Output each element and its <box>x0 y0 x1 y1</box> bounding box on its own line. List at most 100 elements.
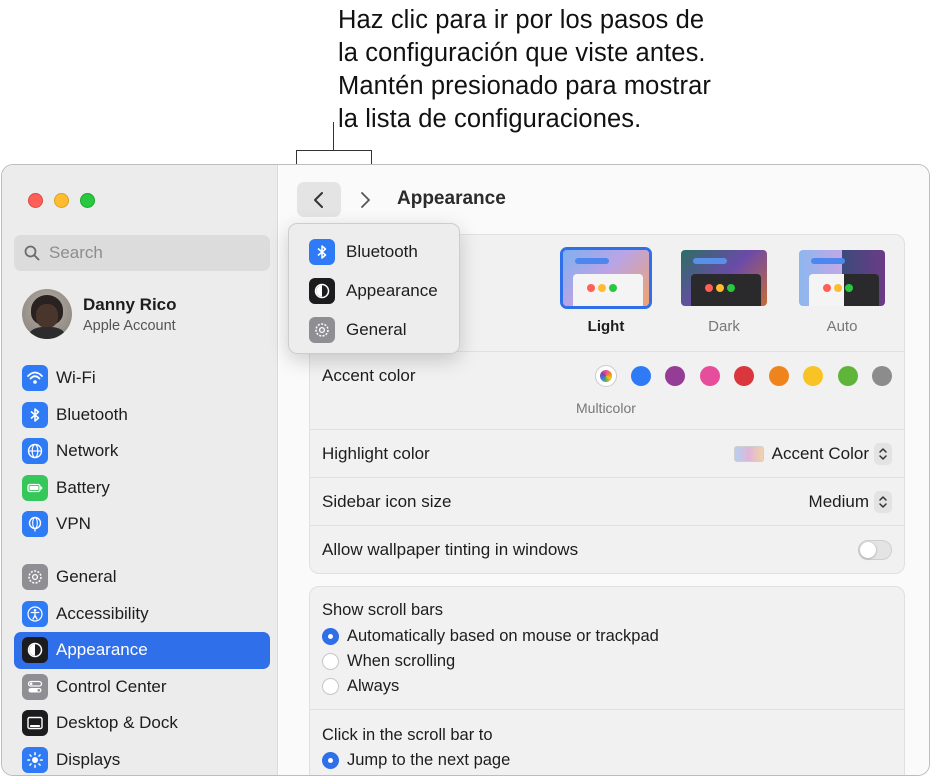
sidebar-icon-size-label: Sidebar icon size <box>322 491 452 511</box>
radio-label: When scrolling <box>347 652 456 670</box>
sidebar-item-label: Desktop & Dock <box>56 713 178 733</box>
sidebar: Search Danny Rico Apple Account Wi-Fi Bl… <box>2 165 278 775</box>
vpn-icon <box>22 511 48 538</box>
history-menu-item-bluetooth[interactable]: Bluetooth <box>289 232 459 271</box>
accessibility-icon <box>22 600 48 627</box>
sidebar-nav-network-group: Wi-Fi Bluetooth Network Battery VPN <box>14 360 270 543</box>
page-title: Appearance <box>397 188 506 209</box>
radio-button[interactable] <box>322 653 339 670</box>
sidebar-item-wifi[interactable]: Wi-Fi <box>14 360 270 397</box>
sidebar-item-label: General <box>56 567 117 587</box>
sidebar-nav-system-group: General Accessibility Appearance Control… <box>14 559 270 776</box>
theme-option-light[interactable]: Light <box>560 247 652 335</box>
callout-leader-line <box>333 122 335 151</box>
sidebar-icon-size-value: Medium <box>808 491 869 511</box>
chevron-up-down-icon <box>874 442 892 465</box>
search-icon <box>24 245 40 261</box>
accent-swatch-purple[interactable] <box>665 366 685 386</box>
sidebar-item-label: Bluetooth <box>56 404 128 424</box>
accent-selected-caption: Multicolor <box>576 400 636 416</box>
accent-color-label: Accent color <box>322 366 416 385</box>
radio-button[interactable] <box>322 678 339 695</box>
sidebar-item-appearance[interactable]: Appearance <box>14 632 270 669</box>
sidebar-item-label: Appearance <box>56 640 148 660</box>
gear-icon <box>309 316 335 343</box>
sidebar-icon-size-row: Sidebar icon size Medium <box>310 477 904 525</box>
accent-swatch-green[interactable] <box>837 366 858 386</box>
profile-subtitle: Apple Account <box>83 317 176 334</box>
close-window-button[interactable] <box>28 193 43 208</box>
radio-label: Jump to the next page <box>347 751 511 769</box>
accent-swatch-multicolor[interactable] <box>595 365 617 387</box>
sidebar-item-network[interactable]: Network <box>14 433 270 470</box>
radio-scroll-automatic[interactable]: Automatically based on mouse or trackpad <box>322 627 659 646</box>
wallpaper-tinting-label: Allow wallpaper tinting in windows <box>322 539 579 559</box>
highlight-color-swatch <box>733 445 764 462</box>
sidebar-item-control-center[interactable]: Control Center <box>14 669 270 706</box>
sidebar-item-label: Network <box>56 441 119 461</box>
radio-label: Always <box>347 677 400 695</box>
control-center-icon <box>22 673 48 700</box>
sidebar-item-battery[interactable]: Battery <box>14 470 270 507</box>
wallpaper-tinting-toggle[interactable] <box>858 539 892 560</box>
accent-swatch-graphite[interactable] <box>872 366 892 386</box>
search-placeholder: Search <box>49 243 103 262</box>
history-menu-item-general[interactable]: General <box>289 310 459 349</box>
sidebar-item-vpn[interactable]: VPN <box>14 506 270 543</box>
accent-color-row: Accent color Multicolor <box>310 351 904 421</box>
zoom-window-button[interactable] <box>80 193 95 208</box>
radio-button[interactable] <box>322 752 339 769</box>
sidebar-item-bluetooth[interactable]: Bluetooth <box>14 397 270 434</box>
accent-swatch-blue[interactable] <box>630 366 651 386</box>
gear-icon <box>22 564 48 591</box>
back-button[interactable] <box>297 182 341 217</box>
theme-picker: Light Dark Auto <box>534 247 888 335</box>
wifi-icon <box>22 365 48 392</box>
accent-swatch-orange[interactable] <box>768 366 789 386</box>
scroll-bars-group: Show scroll bars Automatically based on … <box>309 586 905 775</box>
sidebar-item-label: Wi-Fi <box>56 368 96 388</box>
history-menu-item-appearance[interactable]: Appearance <box>289 271 459 310</box>
radio-label: Automatically based on mouse or trackpad <box>347 627 659 645</box>
radio-button[interactable] <box>322 628 339 645</box>
minimize-window-button[interactable] <box>54 193 69 208</box>
theme-option-auto[interactable]: Auto <box>796 247 888 335</box>
highlight-color-value: Accent Color <box>771 443 869 463</box>
forward-button[interactable] <box>351 182 379 217</box>
account-profile[interactable]: Danny Rico Apple Account <box>22 287 262 341</box>
search-input[interactable]: Search <box>14 235 270 271</box>
chevron-left-icon <box>314 191 323 208</box>
accent-swatches <box>582 365 892 387</box>
history-menu-label: General <box>346 319 407 339</box>
displays-icon <box>22 746 48 773</box>
sidebar-item-label: Battery <box>56 477 110 497</box>
wallpaper-tinting-row: Allow wallpaper tinting in windows <box>310 525 904 573</box>
theme-label: Dark <box>708 318 740 335</box>
theme-option-dark[interactable]: Dark <box>678 247 770 335</box>
radio-jump-next-page[interactable]: Jump to the next page <box>322 751 510 770</box>
sidebar-item-accessibility[interactable]: Accessibility <box>14 596 270 633</box>
theme-label: Auto <box>826 318 858 335</box>
battery-icon <box>22 474 48 501</box>
sidebar-item-general[interactable]: General <box>14 559 270 596</box>
callout-bracket <box>296 150 372 164</box>
callout-line: Haz clic para ir por los pasos de <box>338 6 705 34</box>
scroll-bars-heading: Show scroll bars <box>322 601 444 619</box>
click-scroll-bar-heading: Click in the scroll bar to <box>322 726 493 744</box>
sidebar-item-label: Displays <box>56 749 121 769</box>
highlight-color-popup[interactable]: Accent Color <box>733 442 892 465</box>
accent-swatch-pink[interactable] <box>699 366 720 386</box>
sidebar-icon-size-popup[interactable]: Medium <box>808 490 892 513</box>
profile-name: Danny Rico <box>83 294 177 314</box>
appearance-icon <box>22 637 48 664</box>
settings-window: Search Danny Rico Apple Account Wi-Fi Bl… <box>1 164 930 776</box>
accent-swatch-red[interactable] <box>734 366 754 386</box>
radio-scroll-always[interactable]: Always <box>322 677 399 696</box>
sidebar-item-displays[interactable]: Displays <box>14 742 270 776</box>
bluetooth-icon <box>309 238 335 265</box>
accent-swatch-yellow[interactable] <box>803 366 823 386</box>
radio-scroll-when-scrolling[interactable]: When scrolling <box>322 652 455 671</box>
sidebar-item-desktop-dock[interactable]: Desktop & Dock <box>14 705 270 742</box>
chevron-right-icon <box>361 191 370 208</box>
highlight-color-label: Highlight color <box>322 443 430 463</box>
